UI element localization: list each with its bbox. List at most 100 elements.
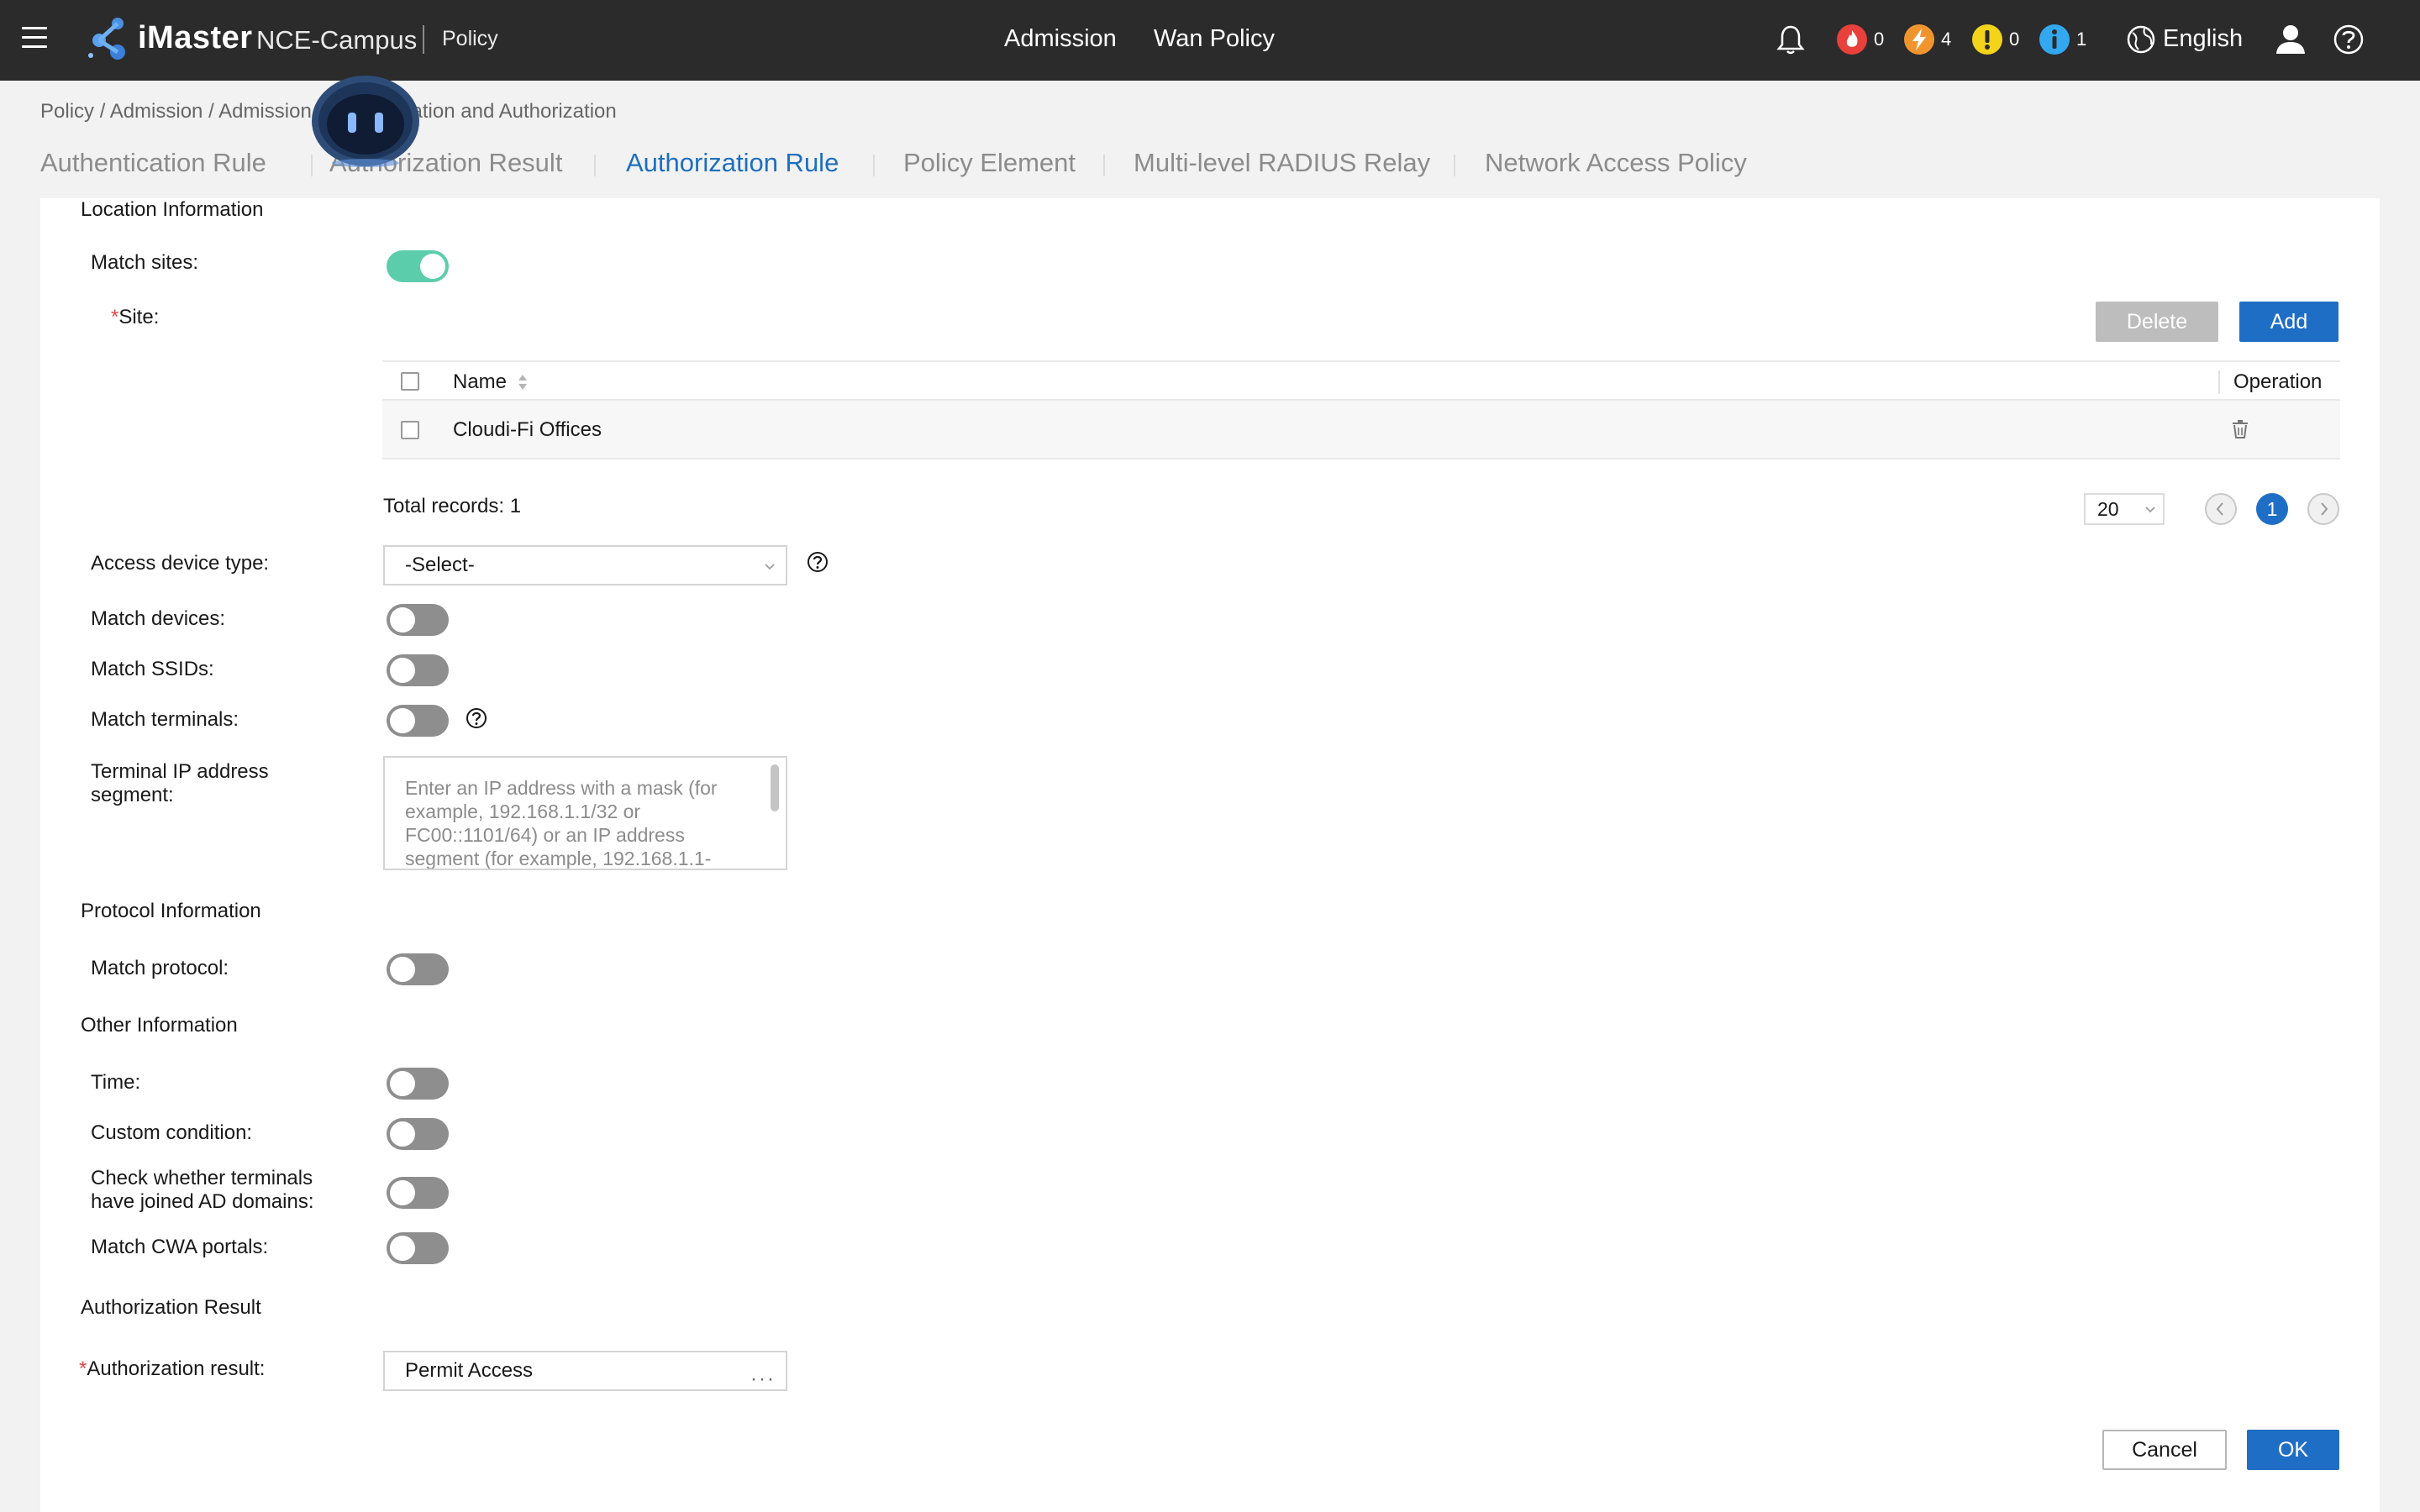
critical-alarm-count: 0 [1874,29,1885,50]
required-mark: * [111,306,119,328]
section-title-location: Location Information [81,198,264,221]
access-device-type-select[interactable]: -Select- [383,545,787,585]
placeholder-line: example, 192.168.1.1/32 or [405,801,641,822]
nav-admission[interactable]: Admission [1004,25,1117,53]
product-name: NCE-Campus [256,25,418,55]
cwa-portals-toggle[interactable] [387,1232,449,1264]
page-size-select[interactable]: 20 [2084,493,2165,525]
placeholder-line: Enter an IP address with a mask (for [405,777,718,799]
menu-icon[interactable] [22,27,47,52]
lightning-icon [1904,24,1934,55]
access-device-type-label: Access device type: [91,552,270,575]
language-selector[interactable]: English [2163,25,2243,53]
authorization-result-field[interactable]: Permit Access ··· [383,1351,787,1391]
more-icon[interactable]: ··· [750,1361,776,1398]
ad-domain-toggle[interactable] [387,1177,449,1209]
prev-page-button[interactable] [2205,493,2237,525]
chevron-down-icon [2145,507,2155,513]
section-title-protocol: Protocol Information [81,900,261,922]
cancel-button[interactable]: Cancel [2102,1430,2227,1470]
section-title-other: Other Information [81,1014,238,1037]
terminal-ip-label-line-2: segment: [91,784,174,806]
bell-icon[interactable] [1776,24,1805,55]
assistant-robot-icon[interactable] [308,62,424,170]
nav-wan-policy[interactable]: Wan Policy [1154,25,1275,53]
module-name: Policy [442,27,498,50]
match-devices-toggle[interactable] [387,604,449,636]
column-header-name[interactable]: Name [453,370,507,394]
ok-button[interactable]: OK [2247,1430,2339,1470]
tab-divider [1454,155,1455,176]
match-sites-label: Match sites: [91,251,199,274]
help-circle-icon[interactable] [466,707,487,729]
access-device-type-value: -Select- [405,554,475,576]
required-mark: * [79,1357,87,1380]
site-label: *Site: [111,306,159,329]
match-ssids-label: Match SSIDs: [91,658,214,680]
tab-authorization-rule[interactable]: Authorization Rule [626,148,839,178]
table-header: Name Operation [382,360,2340,401]
delete-button[interactable]: Delete [2096,302,2218,342]
site-label-text: Site: [118,306,160,328]
authorization-result-value: Permit Access [405,1359,534,1382]
match-protocol-label: Match protocol: [91,957,229,979]
site-name-cell: Cloudi-Fi Offices [453,418,602,441]
custom-condition-label: Custom condition: [91,1121,253,1144]
major-alarm-count: 4 [1941,29,1952,50]
row-checkbox[interactable] [401,421,419,439]
info-alarm-count: 1 [2076,29,2087,50]
chevron-right-icon [2321,502,2328,516]
match-terminals-label: Match terminals: [91,708,239,731]
tab-divider [873,155,875,176]
help-icon[interactable] [2333,24,2365,55]
select-all-checkbox[interactable] [401,372,419,391]
column-divider [2218,370,2220,394]
add-button[interactable]: Add [2239,302,2338,342]
placeholder-line: FC00::1101/64) or an IP address [405,824,685,846]
table-row[interactable]: Cloudi-Fi Offices [382,401,2340,459]
match-terminals-toggle[interactable] [387,705,449,737]
chevron-left-icon [2216,502,2223,516]
next-page-button[interactable] [2307,493,2339,525]
match-ssids-toggle[interactable] [387,654,449,686]
tab-policy-element[interactable]: Policy Element [903,148,1076,178]
terminal-ip-textarea[interactable]: Enter an IP address with a mask (for exa… [383,756,787,870]
section-title-authorization-result: Authorization Result [81,1296,261,1319]
textarea-scrollbar[interactable] [771,764,779,811]
help-circle-icon[interactable] [807,551,829,573]
ad-domain-label-line-1: Check whether terminals [91,1167,313,1189]
trash-icon[interactable] [2231,419,2249,439]
authorization-result-label: *Authorization result: [79,1357,265,1381]
brand-name: iMaster [138,20,253,55]
ad-domain-label-line-2: have joined AD domains: [91,1190,314,1213]
match-protocol-toggle[interactable] [387,953,449,985]
tab-divider [1103,155,1105,176]
time-label: Time: [91,1071,141,1094]
exclamation-icon [1972,24,2002,55]
tab-divider [594,155,596,176]
total-records: Total records: 1 [383,495,522,517]
sort-icon[interactable] [517,372,529,392]
ad-domain-label: Check whether terminals have joined AD d… [91,1167,314,1214]
tab-network-access-policy[interactable]: Network Access Policy [1485,148,1747,178]
terminal-ip-label: Terminal IP address segment: [91,760,269,807]
match-sites-toggle[interactable] [387,250,449,282]
custom-condition-toggle[interactable] [387,1118,449,1150]
authorization-rule-form: Location Information Match sites: *Site:… [40,198,2380,1512]
match-devices-label: Match devices: [91,607,226,630]
flame-icon [1837,24,1867,55]
time-toggle[interactable] [387,1068,449,1100]
globe-icon[interactable] [2126,24,2156,55]
current-page[interactable]: 1 [2256,493,2288,525]
tab-multi-level-radius-relay[interactable]: Multi-level RADIUS Relay [1134,148,1430,178]
terminal-ip-label-line-1: Terminal IP address [91,760,269,783]
cwa-portals-label: Match CWA portals: [91,1236,269,1258]
page-size-value: 20 [2097,498,2119,520]
user-icon[interactable] [2274,22,2307,55]
tab-authentication-rule[interactable]: Authentication Rule [40,148,266,178]
info-icon [2039,24,2070,55]
column-header-operation: Operation [2233,370,2323,393]
placeholder-line: segment (for example, 192.168.1.1- [405,848,712,869]
brand-divider [423,25,424,54]
minor-alarm-count: 0 [2009,29,2020,50]
